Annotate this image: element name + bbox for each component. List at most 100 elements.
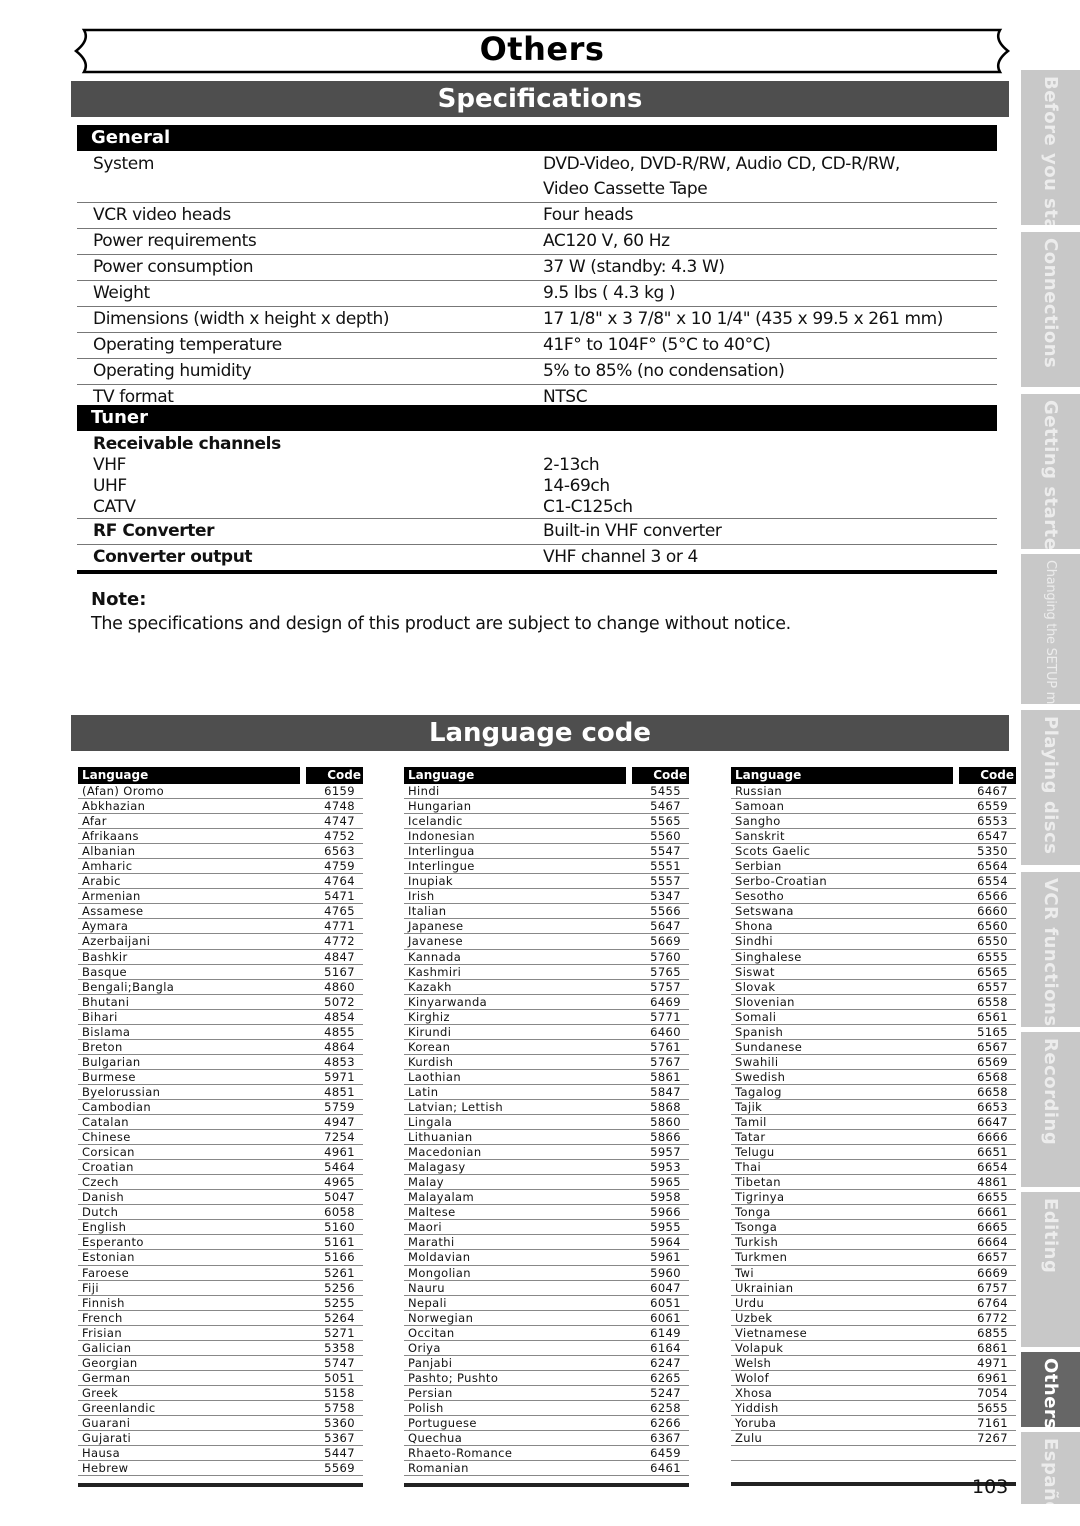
language-row: Laothian 5861	[404, 1070, 689, 1085]
general-spec-table: System DVD-Video, DVD-R/RW, Audio CD, CD…	[77, 152, 997, 410]
language-row: Interlingue 5551	[404, 859, 689, 875]
header-code: Code	[959, 767, 1016, 784]
table-bottom-rule	[404, 1483, 689, 1488]
language-name: Tajik	[735, 1099, 763, 1114]
language-name: Nauru	[408, 1280, 445, 1295]
language-name: Afrikaans	[82, 829, 139, 844]
channel-label-uhf: UHF	[93, 476, 127, 496]
spec-label: Weight	[93, 283, 150, 303]
chapter-tab-vcr-functions[interactable]: VCR functions	[1021, 872, 1080, 1027]
chapter-tab-changing-the-setup-menu[interactable]: Changing the SETUP menu	[1021, 554, 1080, 704]
language-code: 5360	[324, 1415, 355, 1430]
language-name: Bashkir	[82, 949, 128, 964]
language-row: Ukrainian 6757	[731, 1281, 1016, 1296]
language-row: Georgian 5747	[78, 1356, 363, 1371]
language-code: 6658	[977, 1084, 1008, 1099]
language-row: Samoan 6559	[731, 799, 1016, 815]
spec-label: Operating temperature	[93, 335, 282, 355]
language-name: Singhalese	[735, 949, 802, 964]
language-row: Nauru 6047	[404, 1281, 689, 1296]
language-row: Maltese 5966	[404, 1205, 689, 1221]
chapter-tab-playing-discs[interactable]: Playing discs	[1021, 710, 1080, 865]
language-name: Kannada	[408, 949, 462, 964]
language-row: Kurdish 5767	[404, 1055, 689, 1070]
language-row: Latin 5847	[404, 1085, 689, 1100]
note-text: The specifications and design of this pr…	[91, 614, 791, 634]
spec-label: System	[93, 154, 154, 174]
language-name: Bihari	[82, 1009, 118, 1024]
language-code: 5955	[650, 1220, 681, 1235]
language-row: French 5264	[78, 1311, 363, 1326]
language-row: Welsh 4971	[731, 1356, 1016, 1371]
language-code: 5166	[324, 1250, 355, 1265]
language-code: 4747	[324, 814, 355, 829]
language-code: 5455	[650, 784, 681, 798]
language-code: 5560	[650, 829, 681, 844]
language-code: 4771	[324, 919, 355, 934]
language-name: Setswana	[735, 904, 794, 919]
language-name: Fiji	[82, 1280, 99, 1295]
chapter-tab-español[interactable]: Español	[1021, 1432, 1080, 1504]
language-table-header: Language Code	[78, 767, 363, 784]
language-code: 4864	[324, 1039, 355, 1054]
language-name: Burmese	[82, 1069, 136, 1084]
page-number: 103	[972, 1476, 1009, 1498]
language-code: 6661	[977, 1205, 1008, 1220]
chapter-tab-getting-started[interactable]: Getting started	[1021, 394, 1080, 549]
language-table-header: Language Code	[404, 767, 689, 784]
chapter-tab-recording[interactable]: Recording	[1021, 1032, 1080, 1187]
chapter-tab-others[interactable]: Others	[1021, 1352, 1080, 1427]
language-code: 5367	[324, 1431, 355, 1446]
language-row: Croatian 5464	[78, 1160, 363, 1176]
language-code: 5255	[324, 1295, 355, 1310]
chapter-tab-before-you-start[interactable]: Before you start	[1021, 70, 1080, 225]
language-name: Esperanto	[82, 1235, 144, 1250]
spec-row-power-consumption: Power consumption 37 W (standby: 4.3 W)	[77, 255, 997, 281]
language-code: 5655	[977, 1400, 1008, 1415]
language-code: 6566	[977, 889, 1008, 904]
language-code: 5566	[650, 904, 681, 919]
language-name: Georgian	[82, 1355, 138, 1370]
channel-label-catv: CATV	[93, 497, 136, 517]
language-code-heading: Language code	[71, 715, 1009, 751]
language-row: Kirghiz 5771	[404, 1010, 689, 1025]
language-name: Macedonian	[408, 1145, 482, 1160]
language-row: Norwegian 6061	[404, 1311, 689, 1326]
spec-value: 17 1/8" x 3 7/8" x 10 1/4" (435 x 99.5 x…	[543, 309, 944, 329]
language-name: Amharic	[82, 859, 133, 874]
language-name: Tsonga	[735, 1220, 778, 1235]
language-name: Tigrinya	[735, 1190, 785, 1205]
language-name: Kirundi	[408, 1024, 452, 1039]
language-row: German 5051	[78, 1371, 363, 1386]
language-row: Romanian 6461	[404, 1461, 689, 1477]
language-row: Twi 6669	[731, 1266, 1016, 1281]
language-name: Japanese	[408, 919, 464, 934]
language-code: 5759	[324, 1099, 355, 1114]
language-name: Persian	[408, 1385, 453, 1400]
spec-value: Built-in VHF converter	[543, 521, 722, 541]
language-name: Tagalog	[735, 1084, 782, 1099]
language-code: 4965	[324, 1175, 355, 1190]
language-row: Gujarati 5367	[78, 1431, 363, 1447]
spec-label: VCR video heads	[93, 205, 231, 225]
language-name: Azerbaijani	[82, 934, 151, 949]
language-code: 6547	[977, 829, 1008, 844]
chapter-tab-connections[interactable]: Connections	[1021, 232, 1080, 387]
language-name: Cambodian	[82, 1099, 152, 1114]
tuner-spec-table: Receivable channels VHF UHF CATV 2-13ch …	[77, 434, 997, 574]
language-row: Aymara 4771	[78, 919, 363, 935]
language-name: Bhutani	[82, 994, 130, 1009]
spec-row-system: System DVD-Video, DVD-R/RW, Audio CD, CD…	[77, 152, 997, 203]
spec-value: 37 W (standby: 4.3 W)	[543, 257, 725, 277]
receivable-channels-label: Receivable channels	[93, 434, 281, 454]
language-name: Serbian	[735, 859, 782, 874]
language-code: 6861	[977, 1340, 1008, 1355]
chapter-tab-editing[interactable]: Editing	[1021, 1192, 1080, 1347]
language-name: English	[82, 1220, 127, 1235]
language-row: Pashto; Pushto 6265	[404, 1371, 689, 1386]
language-name: Albanian	[82, 844, 136, 859]
language-name: Bulgarian	[82, 1054, 141, 1069]
language-row: Lithuanian 5866	[404, 1130, 689, 1146]
language-row: Malay 5965	[404, 1175, 689, 1191]
language-name: Latvian; Lettish	[408, 1099, 504, 1114]
